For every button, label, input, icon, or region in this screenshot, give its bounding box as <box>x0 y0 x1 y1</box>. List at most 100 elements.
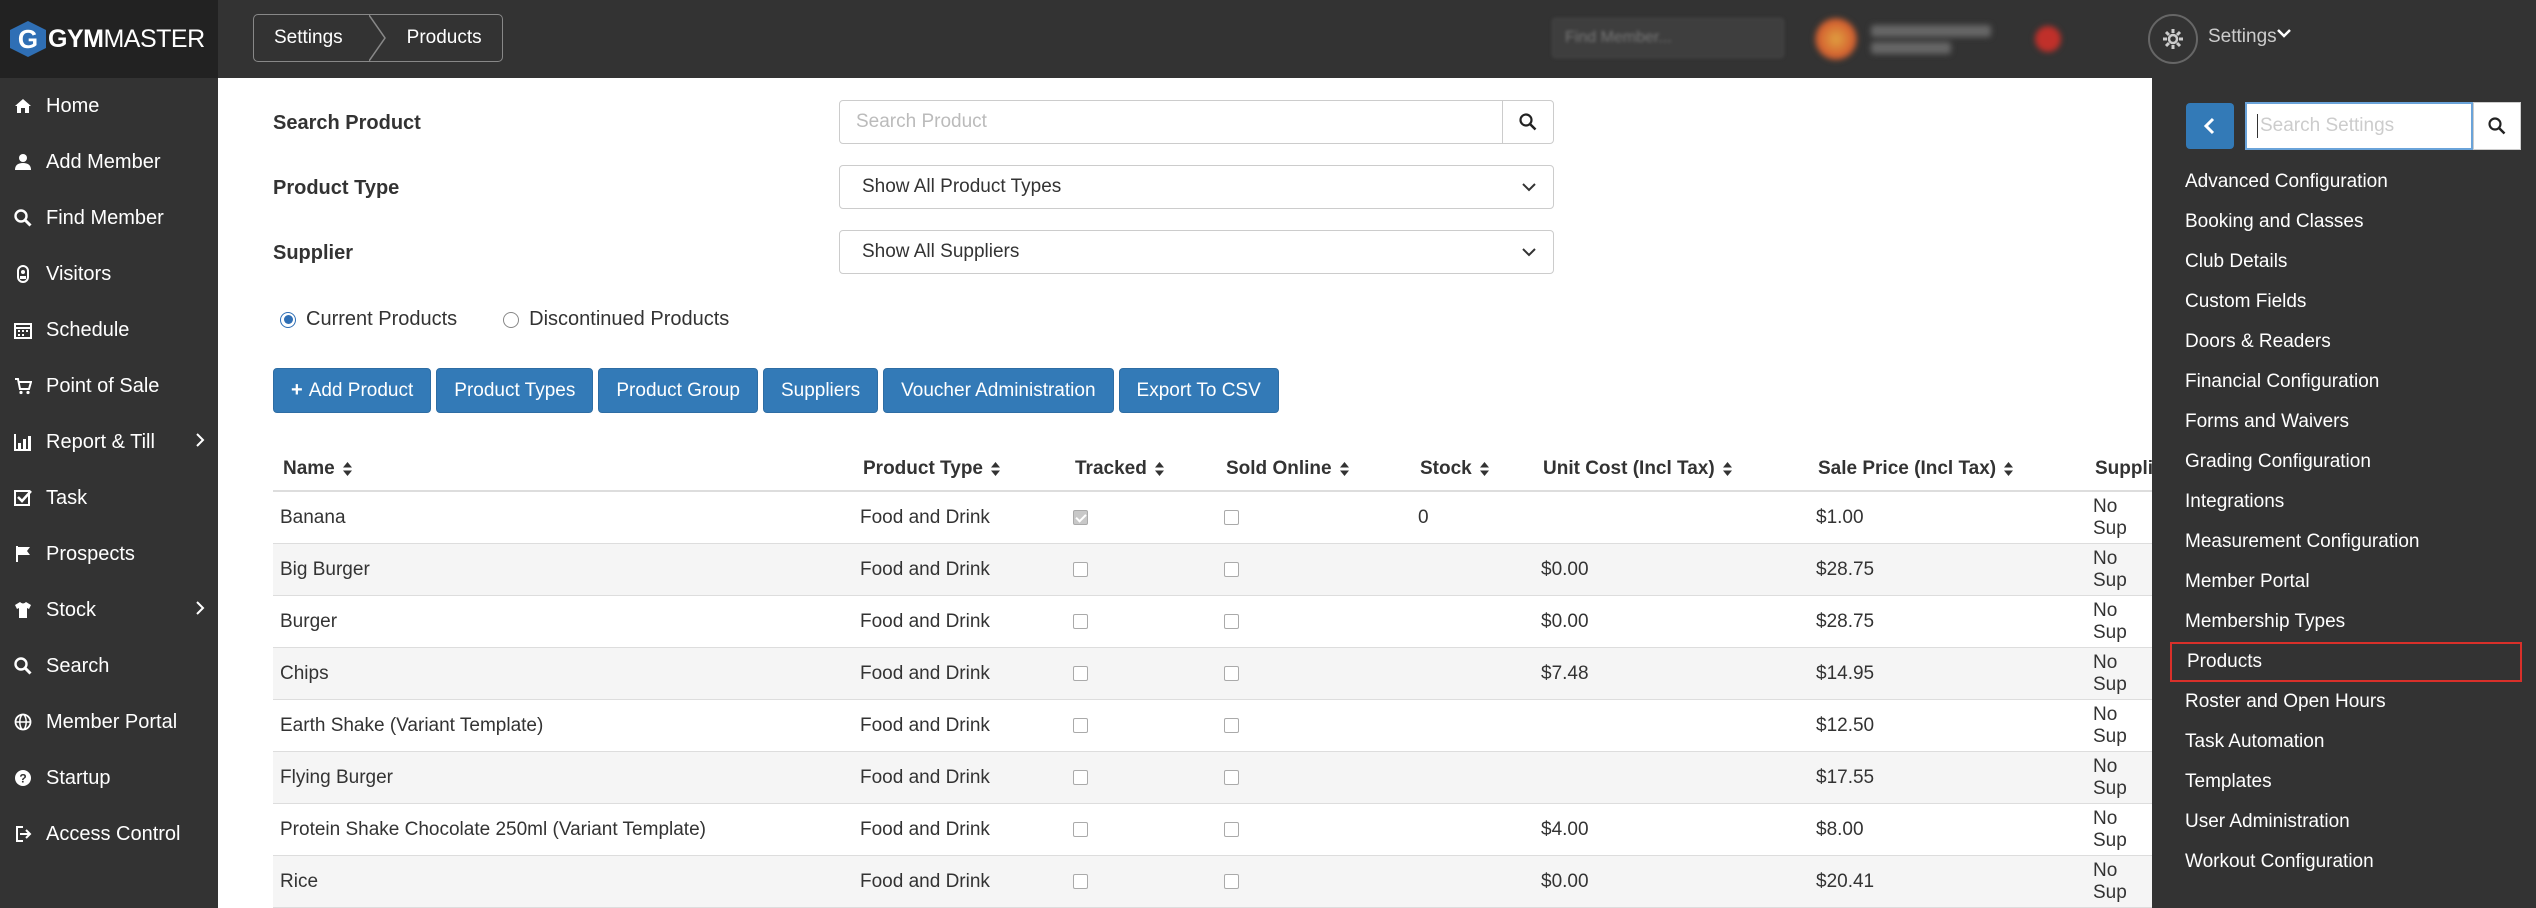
sold-online-checkbox[interactable] <box>1224 718 1239 733</box>
settings-item-booking-and-classes[interactable]: Booking and Classes <box>2170 202 2522 242</box>
table-row[interactable]: Chips Food and Drink $7.48 $14.95 No Sup <box>273 648 2153 700</box>
notification-badge[interactable] <box>2035 26 2061 52</box>
current-products-radio[interactable] <box>280 311 296 328</box>
settings-item-grading-configuration[interactable]: Grading Configuration <box>2170 442 2522 482</box>
gymmaster-logo[interactable]: G GYMMASTER <box>0 0 218 78</box>
settings-item-integrations[interactable]: Integrations <box>2170 482 2522 522</box>
settings-item-member-portal[interactable]: Member Portal <box>2170 562 2522 602</box>
sidebar-item-member-portal[interactable]: Member Portal <box>0 694 218 750</box>
sidebar-item-startup[interactable]: ? Startup <box>0 750 218 806</box>
add-product-button[interactable]: + Add Product <box>273 368 432 413</box>
svg-text:?: ? <box>19 772 26 786</box>
settings-item-task-automation[interactable]: Task Automation <box>2170 722 2522 762</box>
cell-name[interactable]: Banana <box>280 492 346 543</box>
user-menu[interactable] <box>1815 14 2065 64</box>
sidebar-item-visitors[interactable]: Visitors <box>0 246 218 302</box>
search-settings-button[interactable] <box>2473 102 2521 150</box>
cell-name[interactable]: Big Burger <box>280 544 370 595</box>
settings-item-membership-types[interactable]: Membership Types <box>2170 602 2522 642</box>
sidebar-item-add-member[interactable]: Add Member <box>0 134 218 190</box>
column-header-stock[interactable]: Stock <box>1420 446 1489 492</box>
sidebar-item-home[interactable]: Home <box>0 78 218 134</box>
sold-online-checkbox[interactable] <box>1224 562 1239 577</box>
cell-name[interactable]: Chips <box>280 648 329 699</box>
suppliers-button[interactable]: Suppliers <box>762 368 879 413</box>
column-header-unit-cost-incl-tax-[interactable]: Unit Cost (Incl Tax) <box>1543 446 1732 492</box>
search-settings-input[interactable]: Search Settings <box>2245 102 2473 150</box>
breadcrumb-settings[interactable]: Settings <box>254 15 369 61</box>
column-header-sale-price-incl-tax-[interactable]: Sale Price (Incl Tax) <box>1818 446 2014 492</box>
cell-name[interactable]: Rice <box>280 856 318 907</box>
sidebar-item-find-member[interactable]: Find Member <box>0 190 218 246</box>
settings-item-advanced-configuration[interactable]: Advanced Configuration <box>2170 162 2522 202</box>
sold-online-checkbox[interactable] <box>1224 614 1239 629</box>
settings-item-user-administration[interactable]: User Administration <box>2170 802 2522 842</box>
table-row[interactable]: Rice Food and Drink $0.00 $20.41 No Sup <box>273 856 2153 908</box>
tracked-checkbox[interactable] <box>1073 770 1088 785</box>
tracked-checkbox[interactable] <box>1073 718 1088 733</box>
sidebar-item-label: Search <box>46 654 110 677</box>
product-type-select[interactable]: Show All Product Types <box>839 165 1554 209</box>
tracked-checkbox[interactable] <box>1073 822 1088 837</box>
search-product-input[interactable]: Search Product <box>839 100 1503 144</box>
cell-name[interactable]: Protein Shake Chocolate 250ml (Variant T… <box>280 804 706 855</box>
sidebar-item-stock[interactable]: Stock <box>0 582 218 638</box>
sidebar-item-report-till[interactable]: Report & Till <box>0 414 218 470</box>
sidebar-item-access-control[interactable]: Access Control <box>0 806 218 862</box>
table-row[interactable]: Earth Shake (Variant Template) Food and D… <box>273 700 2153 752</box>
table-row[interactable]: Banana Food and Drink 0 $1.00 No Sup <box>273 492 2153 544</box>
search-product-button[interactable] <box>1502 100 1554 144</box>
table-row[interactable]: Burger Food and Drink $0.00 $28.75 No Sup <box>273 596 2153 648</box>
settings-item-club-details[interactable]: Club Details <box>2170 242 2522 282</box>
sold-online-checkbox[interactable] <box>1224 874 1239 889</box>
settings-item-measurement-configuration[interactable]: Measurement Configuration <box>2170 522 2522 562</box>
settings-item-custom-fields[interactable]: Custom Fields <box>2170 282 2522 322</box>
tracked-checkbox[interactable] <box>1073 614 1088 629</box>
discontinued-products-label[interactable]: Discontinued Products <box>529 308 729 331</box>
cell-name[interactable]: Flying Burger <box>280 752 393 803</box>
current-products-label[interactable]: Current Products <box>306 308 457 331</box>
export-csv-button[interactable]: Export To CSV <box>1118 368 1279 413</box>
table-row[interactable]: Protein Shake Chocolate 250ml (Variant T… <box>273 804 2153 856</box>
sold-online-checkbox[interactable] <box>1224 770 1239 785</box>
settings-item-templates[interactable]: Templates <box>2170 762 2522 802</box>
product-group-button[interactable]: Product Group <box>598 368 758 413</box>
settings-item-roster-and-open-hours[interactable]: Roster and Open Hours <box>2170 682 2522 722</box>
tracked-checkbox[interactable] <box>1073 562 1088 577</box>
settings-item-financial-configuration[interactable]: Financial Configuration <box>2170 362 2522 402</box>
tracked-checkbox[interactable] <box>1073 510 1088 525</box>
sidebar-item-schedule[interactable]: Schedule <box>0 302 218 358</box>
column-header-sold-online[interactable]: Sold Online <box>1226 446 1349 492</box>
sidebar-item-task[interactable]: Task <box>0 470 218 526</box>
breadcrumb-products[interactable]: Products <box>387 15 502 61</box>
sidebar-item-search[interactable]: Search <box>0 638 218 694</box>
sold-online-checkbox[interactable] <box>1224 666 1239 681</box>
supplier-select[interactable]: Show All Suppliers <box>839 230 1554 274</box>
cell-name[interactable]: Earth Shake (Variant Template) <box>280 700 543 751</box>
settings-menu-label[interactable]: Settings <box>2208 26 2277 48</box>
column-header-product-type[interactable]: Product Type <box>863 446 1000 492</box>
voucher-administration-button[interactable]: Voucher Administration <box>883 368 1114 413</box>
cell-name[interactable]: Burger <box>280 596 337 647</box>
settings-item-products[interactable]: Products <box>2170 642 2522 682</box>
sold-online-checkbox[interactable] <box>1224 822 1239 837</box>
settings-item-workout-configuration[interactable]: Workout Configuration <box>2170 842 2522 882</box>
discontinued-products-radio[interactable] <box>503 311 520 328</box>
table-row[interactable]: Big Burger Food and Drink $0.00 $28.75 No Su… <box>273 544 2153 596</box>
table-row[interactable]: Flying Burger Food and Drink $17.55 No Sup <box>273 752 2153 804</box>
product-types-button[interactable]: Product Types <box>436 368 594 413</box>
column-header-name[interactable]: Name <box>283 446 352 492</box>
column-header-tracked[interactable]: Tracked <box>1075 446 1164 492</box>
sidebar-item-prospects[interactable]: Prospects <box>0 526 218 582</box>
sold-online-checkbox[interactable] <box>1224 510 1239 525</box>
tracked-checkbox[interactable] <box>1073 874 1088 889</box>
gear-icon[interactable] <box>2148 14 2198 64</box>
sidebar-item-label: Schedule <box>46 318 130 341</box>
tracked-checkbox[interactable] <box>1073 666 1088 681</box>
chevron-down-icon[interactable] <box>2276 24 2292 47</box>
settings-item-forms-and-waivers[interactable]: Forms and Waivers <box>2170 402 2522 442</box>
find-member-input[interactable]: Find Member... <box>1552 18 1784 58</box>
back-button[interactable] <box>2186 103 2234 149</box>
settings-item-doors-readers[interactable]: Doors & Readers <box>2170 322 2522 362</box>
sidebar-item-point-of-sale[interactable]: Point of Sale <box>0 358 218 414</box>
